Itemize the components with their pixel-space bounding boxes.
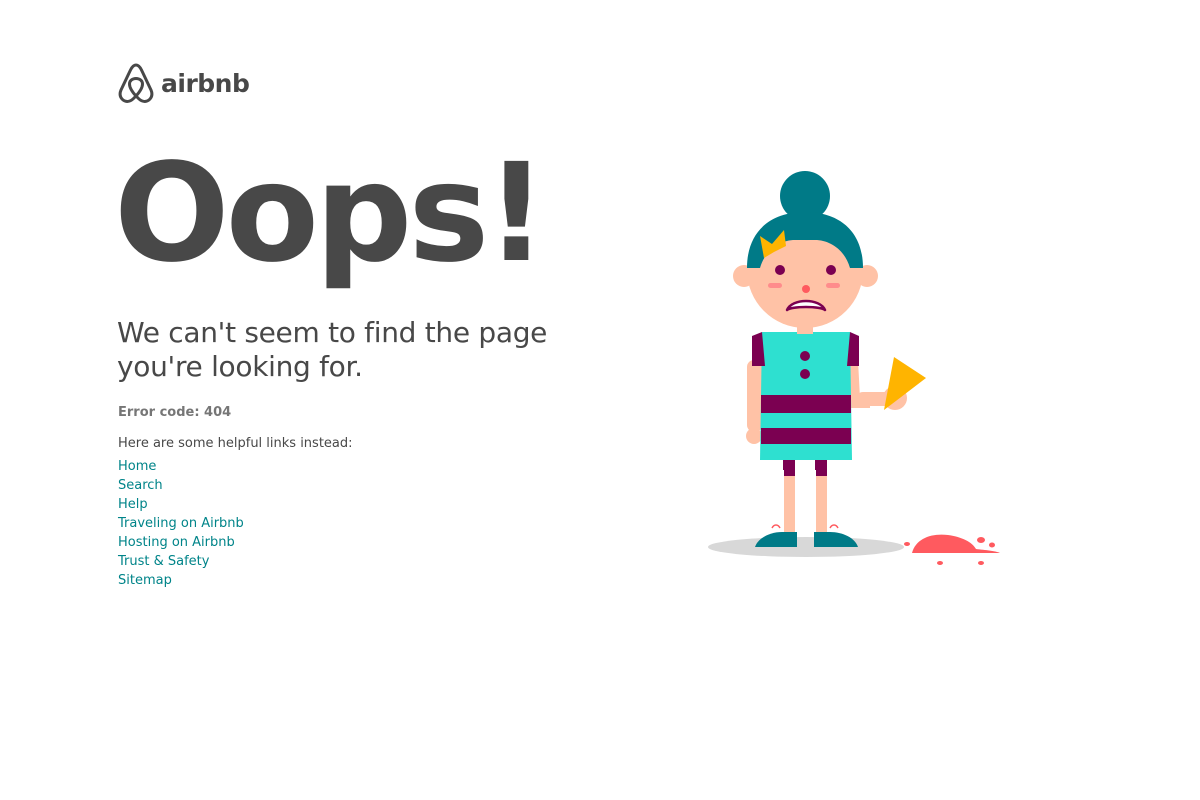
link-home[interactable]: Home (118, 459, 156, 474)
list-item: Home (118, 455, 244, 474)
links-intro: Here are some helpful links instead: (118, 436, 353, 451)
error-code: Error code: 404 (118, 405, 232, 420)
page-headline: Oops! (114, 135, 547, 293)
list-item: Hosting on Airbnb (118, 531, 244, 550)
list-item: Help (118, 493, 244, 512)
link-help[interactable]: Help (118, 497, 148, 512)
ice-cream-splat-icon (904, 534, 1000, 565)
list-item: Sitemap (118, 569, 244, 588)
list-item: Traveling on Airbnb (118, 512, 244, 531)
helpful-links-list: Home Search Help Traveling on Airbnb Hos… (118, 455, 244, 588)
airbnb-belo-icon (118, 63, 154, 103)
link-hosting-on-airbnb[interactable]: Hosting on Airbnb (118, 535, 235, 550)
ground-shadow (708, 537, 904, 557)
link-search[interactable]: Search (118, 478, 163, 493)
page-subheadline: We can't seem to find the page you're lo… (117, 316, 548, 383)
airbnb-logo[interactable]: airbnb (117, 62, 250, 104)
link-traveling-on-airbnb[interactable]: Traveling on Airbnb (118, 516, 244, 531)
link-sitemap[interactable]: Sitemap (118, 573, 172, 588)
list-item: Search (118, 474, 244, 493)
brand-wordmark: airbnb (161, 68, 250, 98)
girl-dropped-ice-cream-icon (708, 171, 1000, 565)
link-trust-and-safety[interactable]: Trust & Safety (118, 554, 209, 569)
list-item: Trust & Safety (118, 550, 244, 569)
